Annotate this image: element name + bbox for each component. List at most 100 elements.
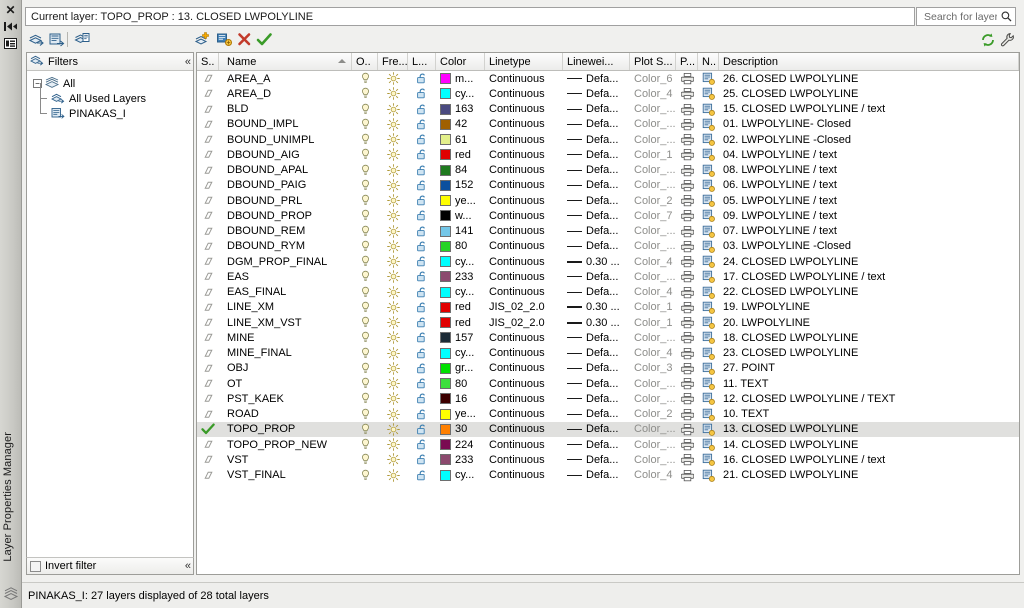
layer-lock-icon[interactable] — [408, 254, 436, 269]
layer-plot-icon[interactable] — [676, 132, 698, 147]
layer-on-icon[interactable] — [352, 224, 378, 239]
layer-lock-icon[interactable] — [408, 193, 436, 208]
layer-on-icon[interactable] — [352, 361, 378, 376]
layer-description[interactable]: 19. LWPOLYLINE — [719, 300, 1019, 315]
layer-description[interactable]: 12. CLOSED LWPOLYLINE / TEXT — [719, 391, 1019, 406]
layer-status-icon[interactable] — [197, 224, 219, 239]
layer-freeze-icon[interactable] — [378, 224, 408, 239]
layer-new-vp-freeze-icon[interactable] — [698, 361, 719, 376]
table-row[interactable]: DBOUND_PAIG 152 Continuous Defa... Color_..… — [197, 178, 1019, 193]
layer-plot-icon[interactable] — [676, 254, 698, 269]
layer-description[interactable]: 10. TEXT — [719, 407, 1019, 422]
table-row[interactable]: DGM_PROP_FINAL cy... Continuous 0.30 ... Co… — [197, 254, 1019, 269]
layer-lineweight[interactable]: 0.30 ... — [563, 300, 630, 315]
layer-status-icon[interactable] — [197, 300, 219, 315]
layer-new-vp-freeze-icon[interactable] — [698, 346, 719, 361]
column-header-status[interactable]: S.. — [197, 53, 219, 70]
layer-status-icon[interactable] — [197, 315, 219, 330]
layer-lock-icon[interactable] — [408, 208, 436, 223]
layer-name[interactable]: VST — [219, 452, 352, 467]
layer-plot-style[interactable]: Color_... — [630, 239, 676, 254]
layer-description[interactable]: 06. LWPOLYLINE / text — [719, 178, 1019, 193]
layer-description[interactable]: 07. LWPOLYLINE / text — [719, 224, 1019, 239]
layer-description[interactable]: 04. LWPOLYLINE / text — [719, 147, 1019, 162]
layer-description[interactable]: 17. CLOSED LWPOLYLINE / text — [719, 269, 1019, 284]
layer-name[interactable]: EAS — [219, 269, 352, 284]
tree-item-all-used-layers[interactable]: All Used Layers — [31, 83, 193, 106]
layer-status-icon[interactable] — [197, 361, 219, 376]
layer-linetype[interactable]: JIS_02_2.0 — [485, 300, 563, 315]
table-row[interactable]: OBJ gr... Continuous Defa... Color_3 27. PO… — [197, 361, 1019, 376]
layer-plot-style[interactable]: Color_... — [630, 330, 676, 345]
layer-plot-style[interactable]: Color_... — [630, 437, 676, 452]
layer-status-icon[interactable] — [197, 437, 219, 452]
search-input[interactable] — [922, 9, 999, 24]
layer-lock-icon[interactable] — [408, 285, 436, 300]
layer-name[interactable]: LINE_XM_VST — [219, 315, 352, 330]
table-row[interactable]: LINE_XM red JIS_02_2.0 0.30 ... Color_1 19.… — [197, 300, 1019, 315]
layer-plot-icon[interactable] — [676, 147, 698, 162]
layer-status-icon[interactable] — [197, 285, 219, 300]
layer-plot-icon[interactable] — [676, 468, 698, 483]
layer-description[interactable]: 01. LWPOLYLINE- Closed — [719, 117, 1019, 132]
layer-freeze-icon[interactable] — [378, 391, 408, 406]
layer-description[interactable]: 27. POINT — [719, 361, 1019, 376]
layer-freeze-icon[interactable] — [378, 300, 408, 315]
layer-lineweight[interactable]: Defa... — [563, 285, 630, 300]
layer-on-icon[interactable] — [352, 285, 378, 300]
layer-lock-icon[interactable] — [408, 224, 436, 239]
layer-on-icon[interactable] — [352, 178, 378, 193]
layer-name[interactable]: VST_FINAL — [219, 468, 352, 483]
layer-color[interactable]: cy... — [436, 346, 485, 361]
layer-on-icon[interactable] — [352, 193, 378, 208]
layer-description[interactable]: 23. CLOSED LWPOLYLINE — [719, 346, 1019, 361]
layer-new-vp-freeze-icon[interactable] — [698, 391, 719, 406]
column-header-lweight[interactable]: Linewei... — [563, 53, 630, 70]
layer-freeze-icon[interactable] — [378, 330, 408, 345]
column-header-pstyle[interactable]: Plot S... — [630, 53, 676, 70]
layer-status-icon[interactable] — [197, 269, 219, 284]
layer-name[interactable]: DBOUND_PRL — [219, 193, 352, 208]
layer-linetype[interactable]: Continuous — [485, 71, 563, 86]
layer-freeze-icon[interactable] — [378, 254, 408, 269]
table-row[interactable]: BOUND_IMPL 42 Continuous Defa... Color_... … — [197, 117, 1019, 132]
layer-lock-icon[interactable] — [408, 346, 436, 361]
layer-freeze-icon[interactable] — [378, 163, 408, 178]
layer-plot-style[interactable]: Color_7 — [630, 208, 676, 223]
layer-description[interactable]: 15. CLOSED LWPOLYLINE / text — [719, 102, 1019, 117]
layer-name[interactable]: DGM_PROP_FINAL — [219, 254, 352, 269]
layer-status-icon[interactable] — [197, 422, 219, 437]
auto-hide-icon[interactable] — [3, 19, 19, 34]
layer-color[interactable]: cy... — [436, 468, 485, 483]
layer-freeze-icon[interactable] — [378, 452, 408, 467]
layer-plot-style[interactable]: Color_... — [630, 163, 676, 178]
layer-plot-style[interactable]: Color_... — [630, 391, 676, 406]
layer-color[interactable]: red — [436, 300, 485, 315]
table-row[interactable]: EAS 233 Continuous Defa... Color_... 17. CL… — [197, 269, 1019, 284]
tree-item-pinakas-i[interactable]: PINAKAS_I — [31, 98, 193, 121]
layer-freeze-icon[interactable] — [378, 102, 408, 117]
layer-lock-icon[interactable] — [408, 86, 436, 101]
delete-layer-button[interactable] — [236, 31, 253, 48]
search-for-layer-box[interactable] — [916, 7, 1016, 26]
layer-lock-icon[interactable] — [408, 468, 436, 483]
layer-linetype[interactable]: Continuous — [485, 132, 563, 147]
layer-status-icon[interactable] — [197, 193, 219, 208]
invert-filter-checkbox[interactable] — [30, 560, 41, 572]
layer-color[interactable]: red — [436, 315, 485, 330]
layer-lineweight[interactable]: Defa... — [563, 407, 630, 422]
table-row[interactable]: BLD 163 Continuous Defa... Color_... 15. CL… — [197, 102, 1019, 117]
layer-lock-icon[interactable] — [408, 407, 436, 422]
layer-plot-style[interactable]: Color_6 — [630, 71, 676, 86]
layer-lock-icon[interactable] — [408, 452, 436, 467]
table-row[interactable]: LINE_XM_VST red JIS_02_2.0 0.30 ... Color_1… — [197, 315, 1019, 330]
layer-lineweight[interactable]: Defa... — [563, 178, 630, 193]
layer-status-icon[interactable] — [197, 71, 219, 86]
layer-new-vp-freeze-icon[interactable] — [698, 269, 719, 284]
layer-description[interactable]: 02. LWPOLYLINE -Closed — [719, 132, 1019, 147]
table-row[interactable]: OT 80 Continuous Defa... Color_... 11. TEXT — [197, 376, 1019, 391]
table-row[interactable]: DBOUND_AIG red Continuous Defa... Color_1 0… — [197, 147, 1019, 162]
column-header-newvp[interactable]: N.. — [698, 53, 719, 70]
layer-plot-icon[interactable] — [676, 224, 698, 239]
layer-description[interactable]: 03. LWPOLYLINE -Closed — [719, 239, 1019, 254]
